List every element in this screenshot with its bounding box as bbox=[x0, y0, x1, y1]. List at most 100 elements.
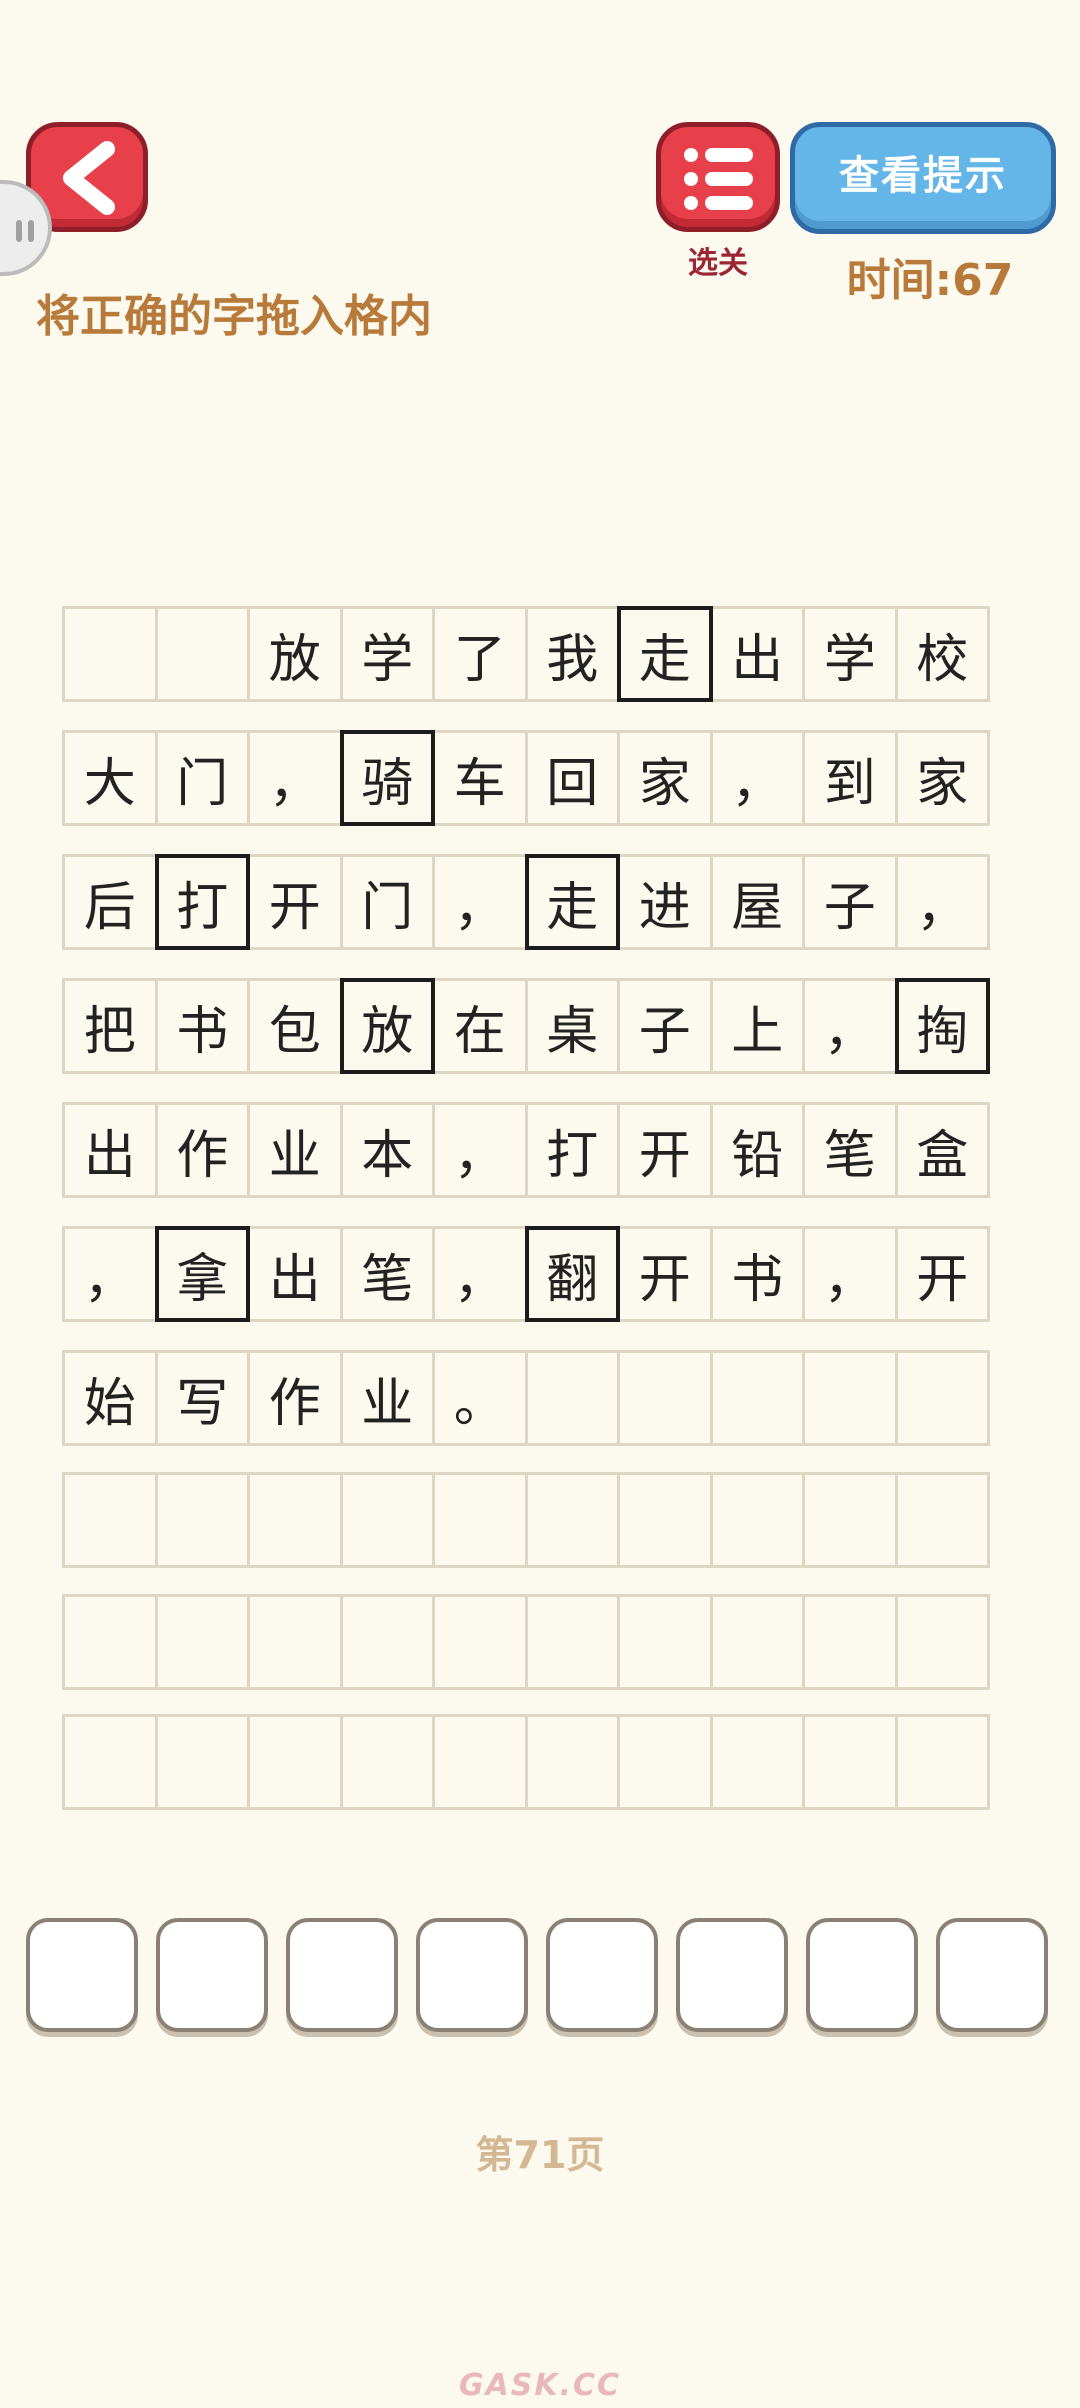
grid-cell bbox=[247, 1472, 343, 1568]
grid-cell: 子 bbox=[802, 854, 898, 950]
grid-cell bbox=[894, 1350, 990, 1446]
answer-tile[interactable] bbox=[546, 1918, 658, 2032]
grid-cell bbox=[802, 1594, 898, 1690]
watermark: GASK.CC bbox=[458, 2368, 622, 2403]
answer-tile[interactable] bbox=[936, 1918, 1048, 2032]
grid-cell bbox=[709, 1350, 805, 1446]
grid-cell: 上 bbox=[709, 978, 805, 1074]
grid-cell: 写 bbox=[154, 1350, 250, 1446]
answer-tile[interactable] bbox=[26, 1918, 138, 2032]
grid-cell bbox=[709, 1594, 805, 1690]
grid-cell bbox=[62, 1472, 158, 1568]
grid-cell: 后 bbox=[62, 854, 158, 950]
grid-cell bbox=[802, 1350, 898, 1446]
grid-cell: 学 bbox=[339, 606, 435, 702]
grid-cell: ， bbox=[802, 1226, 898, 1322]
grid-cell: 出 bbox=[709, 606, 805, 702]
grid-cell: 作 bbox=[247, 1350, 343, 1446]
grid-cell bbox=[617, 1594, 713, 1690]
answer-slot[interactable]: 掏 bbox=[894, 978, 990, 1074]
grid-cell bbox=[617, 1472, 713, 1568]
grid-cell: 子 bbox=[617, 978, 713, 1074]
answer-tile[interactable] bbox=[806, 1918, 918, 2032]
level-select-label: 选关 bbox=[688, 246, 748, 281]
answer-slot[interactable]: 翻 bbox=[524, 1226, 620, 1322]
grid-cell: 屋 bbox=[709, 854, 805, 950]
grid-cell: 书 bbox=[709, 1226, 805, 1322]
grid-cell: ， bbox=[802, 978, 898, 1074]
grid-cell bbox=[62, 1714, 158, 1810]
grid-cell: 包 bbox=[247, 978, 343, 1074]
grid-row: 后打开门，走进屋子， bbox=[62, 854, 1017, 950]
grid-cell: 出 bbox=[247, 1226, 343, 1322]
grid-cell: ， bbox=[432, 1226, 528, 1322]
grid-cell: 进 bbox=[617, 854, 713, 950]
grid-row: 出作业本，打开铅笔盒 bbox=[62, 1102, 1017, 1198]
grid-cell bbox=[247, 1594, 343, 1690]
grid-cell: 学 bbox=[802, 606, 898, 702]
grid-cell: 回 bbox=[524, 730, 620, 826]
grid-cell: 把 bbox=[62, 978, 158, 1074]
answer-tile[interactable] bbox=[416, 1918, 528, 2032]
grid-cell: 笔 bbox=[802, 1102, 898, 1198]
grid-cell bbox=[709, 1714, 805, 1810]
grid-cell: 在 bbox=[432, 978, 528, 1074]
grid-cell: 书 bbox=[154, 978, 250, 1074]
answer-slot[interactable]: 骑 bbox=[339, 730, 435, 826]
grid-cell bbox=[432, 1714, 528, 1810]
answer-tile[interactable] bbox=[286, 1918, 398, 2032]
grid-cell: 始 bbox=[62, 1350, 158, 1446]
grid-cell: ， bbox=[432, 1102, 528, 1198]
pause-icon bbox=[16, 220, 22, 242]
grid-cell: 开 bbox=[617, 1102, 713, 1198]
grid-cell: 门 bbox=[154, 730, 250, 826]
grid-cell: 家 bbox=[894, 730, 990, 826]
list-icon bbox=[684, 148, 753, 210]
grid-cell bbox=[432, 1594, 528, 1690]
grid-cell: 出 bbox=[62, 1102, 158, 1198]
grid-cell: 车 bbox=[432, 730, 528, 826]
answer-slot[interactable]: 走 bbox=[524, 854, 620, 950]
grid-cell: 业 bbox=[339, 1350, 435, 1446]
grid-cell: 大 bbox=[62, 730, 158, 826]
grid-cell: 校 bbox=[894, 606, 990, 702]
grid-cell bbox=[524, 1594, 620, 1690]
grid-cell bbox=[247, 1714, 343, 1810]
grid-cell: 。 bbox=[432, 1350, 528, 1446]
grid-cell: ， bbox=[709, 730, 805, 826]
grid-row: 大门，骑车回家，到家 bbox=[62, 730, 1017, 826]
answer-slot[interactable]: 打 bbox=[154, 854, 250, 950]
grid-row: 把书包放在桌子上，掏 bbox=[62, 978, 1017, 1074]
level-select-button[interactable] bbox=[656, 122, 780, 232]
grid-cell: 桌 bbox=[524, 978, 620, 1074]
grid-cell: 本 bbox=[339, 1102, 435, 1198]
page-number: 第71页 bbox=[475, 2133, 605, 2177]
instruction-text: 将正确的字拖入格内 bbox=[36, 291, 432, 342]
grid-cell: 作 bbox=[154, 1102, 250, 1198]
answer-tile[interactable] bbox=[676, 1918, 788, 2032]
grid-cell: 我 bbox=[524, 606, 620, 702]
grid-cell: 开 bbox=[894, 1226, 990, 1322]
grid-cell bbox=[339, 1594, 435, 1690]
grid-cell: 放 bbox=[247, 606, 343, 702]
grid-cell bbox=[894, 1714, 990, 1810]
grid-row: 始写作业。 bbox=[62, 1350, 1017, 1446]
grid-row bbox=[62, 1594, 1017, 1690]
grid-cell: 铅 bbox=[709, 1102, 805, 1198]
grid-cell: 笔 bbox=[339, 1226, 435, 1322]
grid-row bbox=[62, 1472, 1017, 1568]
grid-cell: 开 bbox=[617, 1226, 713, 1322]
grid-cell bbox=[154, 1594, 250, 1690]
grid-cell bbox=[617, 1350, 713, 1446]
answer-tile[interactable] bbox=[156, 1918, 268, 2032]
grid-cell: ， bbox=[432, 854, 528, 950]
grid-cell bbox=[894, 1472, 990, 1568]
grid-cell: 到 bbox=[802, 730, 898, 826]
answer-slot[interactable]: 走 bbox=[617, 606, 713, 702]
view-hint-button[interactable]: 查看提示 bbox=[790, 122, 1056, 234]
grid-row: ，拿出笔，翻开书，开 bbox=[62, 1226, 1017, 1322]
answer-slot[interactable]: 放 bbox=[339, 978, 435, 1074]
answer-slot[interactable]: 拿 bbox=[154, 1226, 250, 1322]
grid-cell bbox=[524, 1714, 620, 1810]
grid-cell bbox=[154, 1714, 250, 1810]
